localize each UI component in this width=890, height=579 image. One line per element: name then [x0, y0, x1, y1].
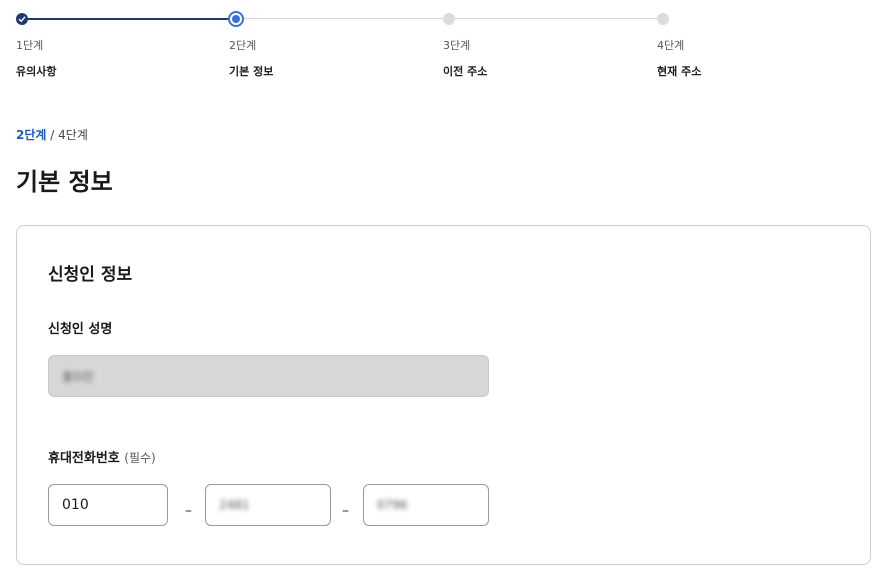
step-3-dot-icon [443, 13, 455, 25]
phone-dash-2: – [342, 503, 349, 519]
applicant-name-label: 신청인 성명 [48, 322, 113, 337]
phone-label-text: 휴대전화번호 [48, 451, 120, 466]
phone-last-value: 0796 [377, 498, 408, 512]
step-connector-1 [22, 17, 236, 20]
step-connector-2 [236, 18, 449, 19]
phone-middle-value: 2481 [219, 498, 250, 512]
progress-separator: / [50, 128, 55, 142]
phone-prefix-input[interactable]: 010 [48, 484, 168, 526]
step-3-number: 3단계 [443, 39, 471, 52]
step-4-dot-icon [657, 13, 669, 25]
phone-prefix-value: 010 [62, 497, 89, 513]
step-progress: 2단계 / 4단계 [16, 126, 88, 143]
step-1-number: 1단계 [16, 39, 44, 52]
step-1-check-icon [16, 13, 28, 25]
step-indicator: 1단계 2단계 3단계 4단계 유의사항 기본 정보 이전 주소 현재 주소 [0, 0, 890, 90]
required-marker: (필수) [124, 451, 156, 465]
phone-middle-input[interactable]: 2481 [205, 484, 331, 526]
page-title: 기본 정보 [16, 168, 113, 196]
step-4-number: 4단계 [657, 39, 685, 52]
total-steps: 4단계 [58, 128, 88, 142]
phone-last-input[interactable]: 0796 [363, 484, 489, 526]
phone-dash-1: – [185, 503, 192, 519]
current-step: 2단계 [16, 128, 47, 142]
applicant-info-card: 신청인 정보 신청인 성명 홍O진 휴대전화번호 (필수) 010 – 2481… [16, 225, 871, 565]
step-2-name: 기본 정보 [229, 65, 274, 78]
step-2-number: 2단계 [229, 39, 257, 52]
applicant-name-field: 홍O진 [48, 355, 489, 397]
phone-label: 휴대전화번호 (필수) [48, 447, 156, 466]
step-4-name: 현재 주소 [657, 65, 702, 78]
step-3-name: 이전 주소 [443, 65, 488, 78]
step-2-current-icon [228, 11, 244, 27]
section-title: 신청인 정보 [48, 265, 133, 285]
applicant-name-value: 홍O진 [62, 369, 94, 384]
step-connector-3 [449, 18, 663, 19]
application-page: 1단계 2단계 3단계 4단계 유의사항 기본 정보 이전 주소 현재 주소 2… [0, 0, 890, 579]
step-1-name: 유의사항 [16, 65, 57, 78]
